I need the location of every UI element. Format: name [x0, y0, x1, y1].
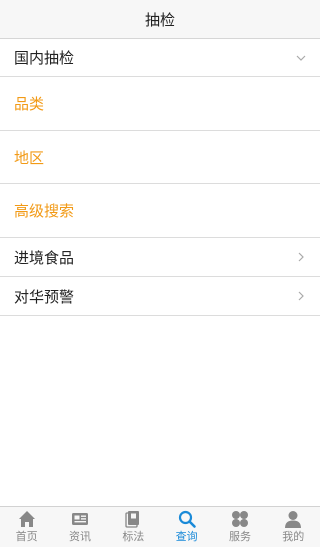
- page-title: 抽检: [144, 10, 175, 29]
- chevron-down-icon: [296, 55, 306, 61]
- bottom-tab-bar: 首页 资讯 标法 查询 服务 我的: [0, 506, 320, 547]
- import-food-row[interactable]: 进境食品: [0, 238, 320, 277]
- tab-profile[interactable]: 我的: [267, 507, 320, 547]
- page-header: 抽检: [0, 0, 320, 39]
- tab-standards-label: 标法: [122, 530, 145, 543]
- standards-icon: [125, 511, 140, 528]
- services-icon: [231, 511, 248, 527]
- tab-home-label: 首页: [15, 530, 38, 543]
- import-food-label: 进境食品: [14, 248, 75, 267]
- category-label: 品类: [14, 95, 45, 113]
- advanced-search-label: 高级搜索: [14, 202, 75, 220]
- tab-news-label: 资讯: [68, 530, 91, 543]
- news-icon: [71, 513, 88, 525]
- tab-services-label: 服务: [228, 530, 251, 543]
- home-icon: [18, 511, 35, 527]
- search-icon: [178, 510, 196, 528]
- china-alert-label: 对华预警: [14, 287, 75, 306]
- chevron-right-icon: [298, 291, 304, 301]
- chevron-right-icon: [298, 252, 304, 262]
- region-label: 地区: [14, 148, 45, 167]
- china-alert-row[interactable]: 对华预警: [0, 277, 320, 316]
- tab-news[interactable]: 资讯: [53, 507, 106, 547]
- tab-standards[interactable]: 标法: [107, 507, 160, 547]
- advanced-search-row[interactable]: 高级搜索: [0, 184, 320, 238]
- domestic-sampling-label: 国内抽检: [14, 49, 75, 67]
- tab-search-label: 查询: [175, 530, 198, 543]
- tab-home[interactable]: 首页: [0, 507, 53, 547]
- region-row[interactable]: 地区: [0, 131, 320, 184]
- tab-search[interactable]: 查询: [160, 507, 213, 547]
- tab-profile-label: 我的: [282, 530, 305, 543]
- category-row[interactable]: 品类: [0, 77, 320, 131]
- profile-icon: [285, 511, 302, 528]
- tab-services[interactable]: 服务: [213, 507, 266, 547]
- domestic-sampling-row[interactable]: 国内抽检: [0, 39, 320, 77]
